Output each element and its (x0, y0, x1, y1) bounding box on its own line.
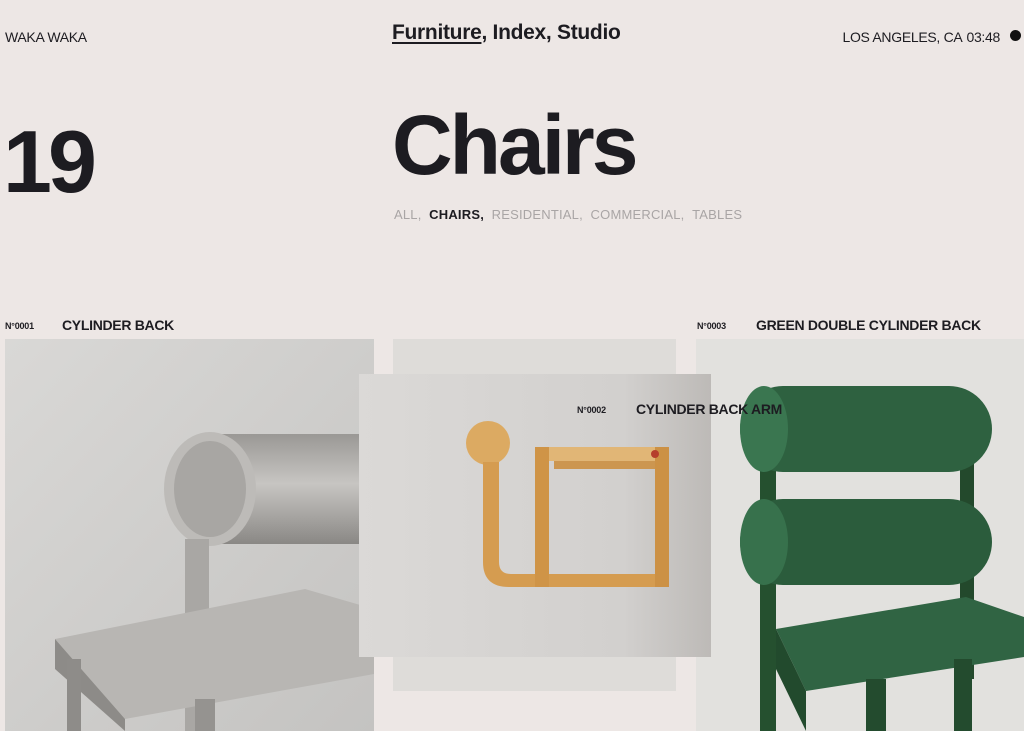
location-label: LOS ANGELES, CA (842, 29, 963, 45)
category-filters: ALL, CHAIRS, RESIDENTIAL, COMMERCIAL, TA… (394, 207, 743, 222)
product-number: N°0002 (577, 405, 606, 415)
nav-separator: , (545, 21, 557, 44)
filter-residential[interactable]: RESIDENTIAL (492, 207, 579, 222)
grey-plywood-chair-image (5, 339, 374, 731)
nav-separator: , (481, 21, 493, 44)
green-double-cylinder-chair-image (696, 339, 1024, 731)
main-nav: Furniture, Index, Studio (392, 21, 621, 45)
filter-commercial[interactable]: COMMERCIAL (591, 207, 681, 222)
product-name[interactable]: GREEN DOUBLE CYLINDER BACK (756, 317, 981, 333)
nav-furniture[interactable]: Furniture (392, 21, 482, 45)
nav-studio[interactable]: Studio (557, 21, 621, 45)
status-dot-icon (1010, 30, 1021, 41)
filter-all[interactable]: ALL (394, 207, 418, 222)
time-label: 03:48 (966, 29, 1000, 45)
product-number: N°0001 (5, 321, 34, 331)
item-count: 19 (3, 112, 97, 211)
location-clock: LOS ANGELES, CA 03:48 (842, 29, 1000, 45)
product-name[interactable]: CYLINDER BACK ARM (636, 401, 782, 417)
nav-index[interactable]: Index (493, 21, 547, 45)
filter-tables[interactable]: TABLES (692, 207, 742, 222)
filter-chairs[interactable]: CHAIRS (429, 207, 480, 222)
page-title: Chairs (392, 98, 638, 192)
brand-logo[interactable]: WAKA WAKA (5, 29, 87, 45)
product-card-cylinder-back[interactable] (5, 339, 374, 731)
product-card-green-double-cylinder-back[interactable] (696, 339, 1024, 731)
product-number: N°0003 (697, 321, 726, 331)
product-name[interactable]: CYLINDER BACK (62, 317, 174, 333)
